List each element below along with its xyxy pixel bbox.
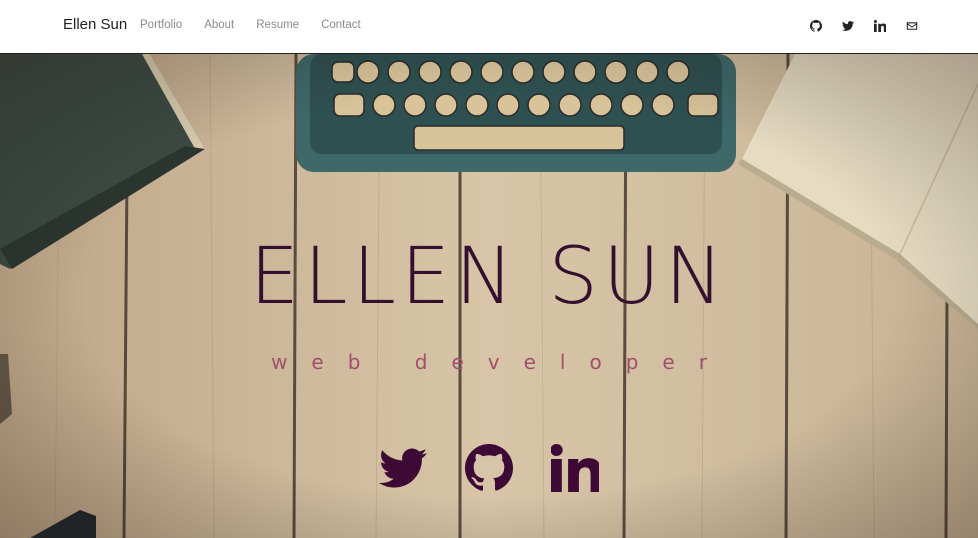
nav-link-about[interactable]: About — [204, 19, 234, 31]
hero-section: ELLEN SUN web developer — [0, 54, 978, 538]
mail-icon[interactable] — [904, 18, 920, 34]
hero-social-links — [0, 444, 978, 492]
nav-link-portfolio[interactable]: Portfolio — [140, 19, 182, 31]
github-icon[interactable] — [465, 444, 513, 492]
hero-tagline: web developer — [271, 350, 731, 374]
github-icon[interactable] — [808, 18, 824, 34]
nav-links: Portfolio About Resume Contact — [140, 19, 383, 31]
nav-link-contact[interactable]: Contact — [321, 19, 361, 31]
brand-link[interactable]: Ellen Sun — [63, 16, 127, 33]
nav-social-icons — [792, 18, 920, 34]
twitter-icon[interactable] — [379, 444, 427, 492]
linkedin-icon[interactable] — [872, 18, 888, 34]
top-navbar: Ellen Sun Portfolio About Resume Contact — [0, 0, 978, 54]
linkedin-icon[interactable] — [550, 444, 602, 492]
nav-link-resume[interactable]: Resume — [256, 19, 299, 31]
twitter-icon[interactable] — [840, 18, 856, 34]
hero-name-heading: ELLEN SUN — [249, 232, 729, 322]
